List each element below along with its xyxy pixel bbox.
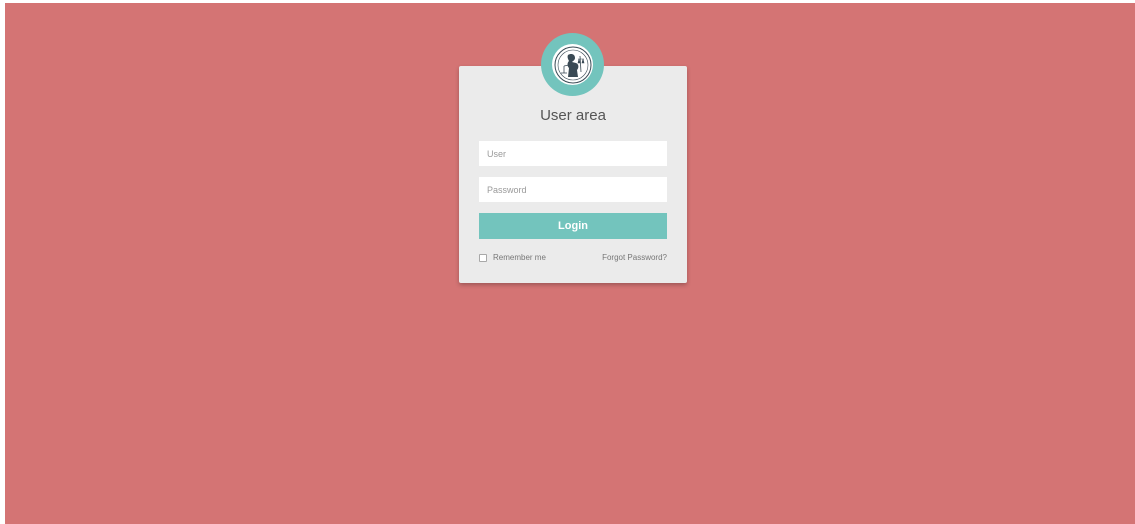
- login-card: User area Login Remember me Forgot Passw…: [459, 66, 687, 283]
- remember-me-label: Remember me: [493, 253, 546, 262]
- remember-me[interactable]: Remember me: [479, 253, 546, 262]
- remember-me-checkbox[interactable]: [479, 253, 487, 262]
- card-title: User area: [540, 107, 606, 124]
- password-input[interactable]: [479, 177, 667, 202]
- forgot-password-link[interactable]: Forgot Password?: [602, 253, 667, 262]
- avatar: [541, 33, 604, 96]
- login-button[interactable]: Login: [479, 213, 667, 239]
- user-input[interactable]: [479, 141, 667, 166]
- lady-justice-icon: [552, 44, 593, 85]
